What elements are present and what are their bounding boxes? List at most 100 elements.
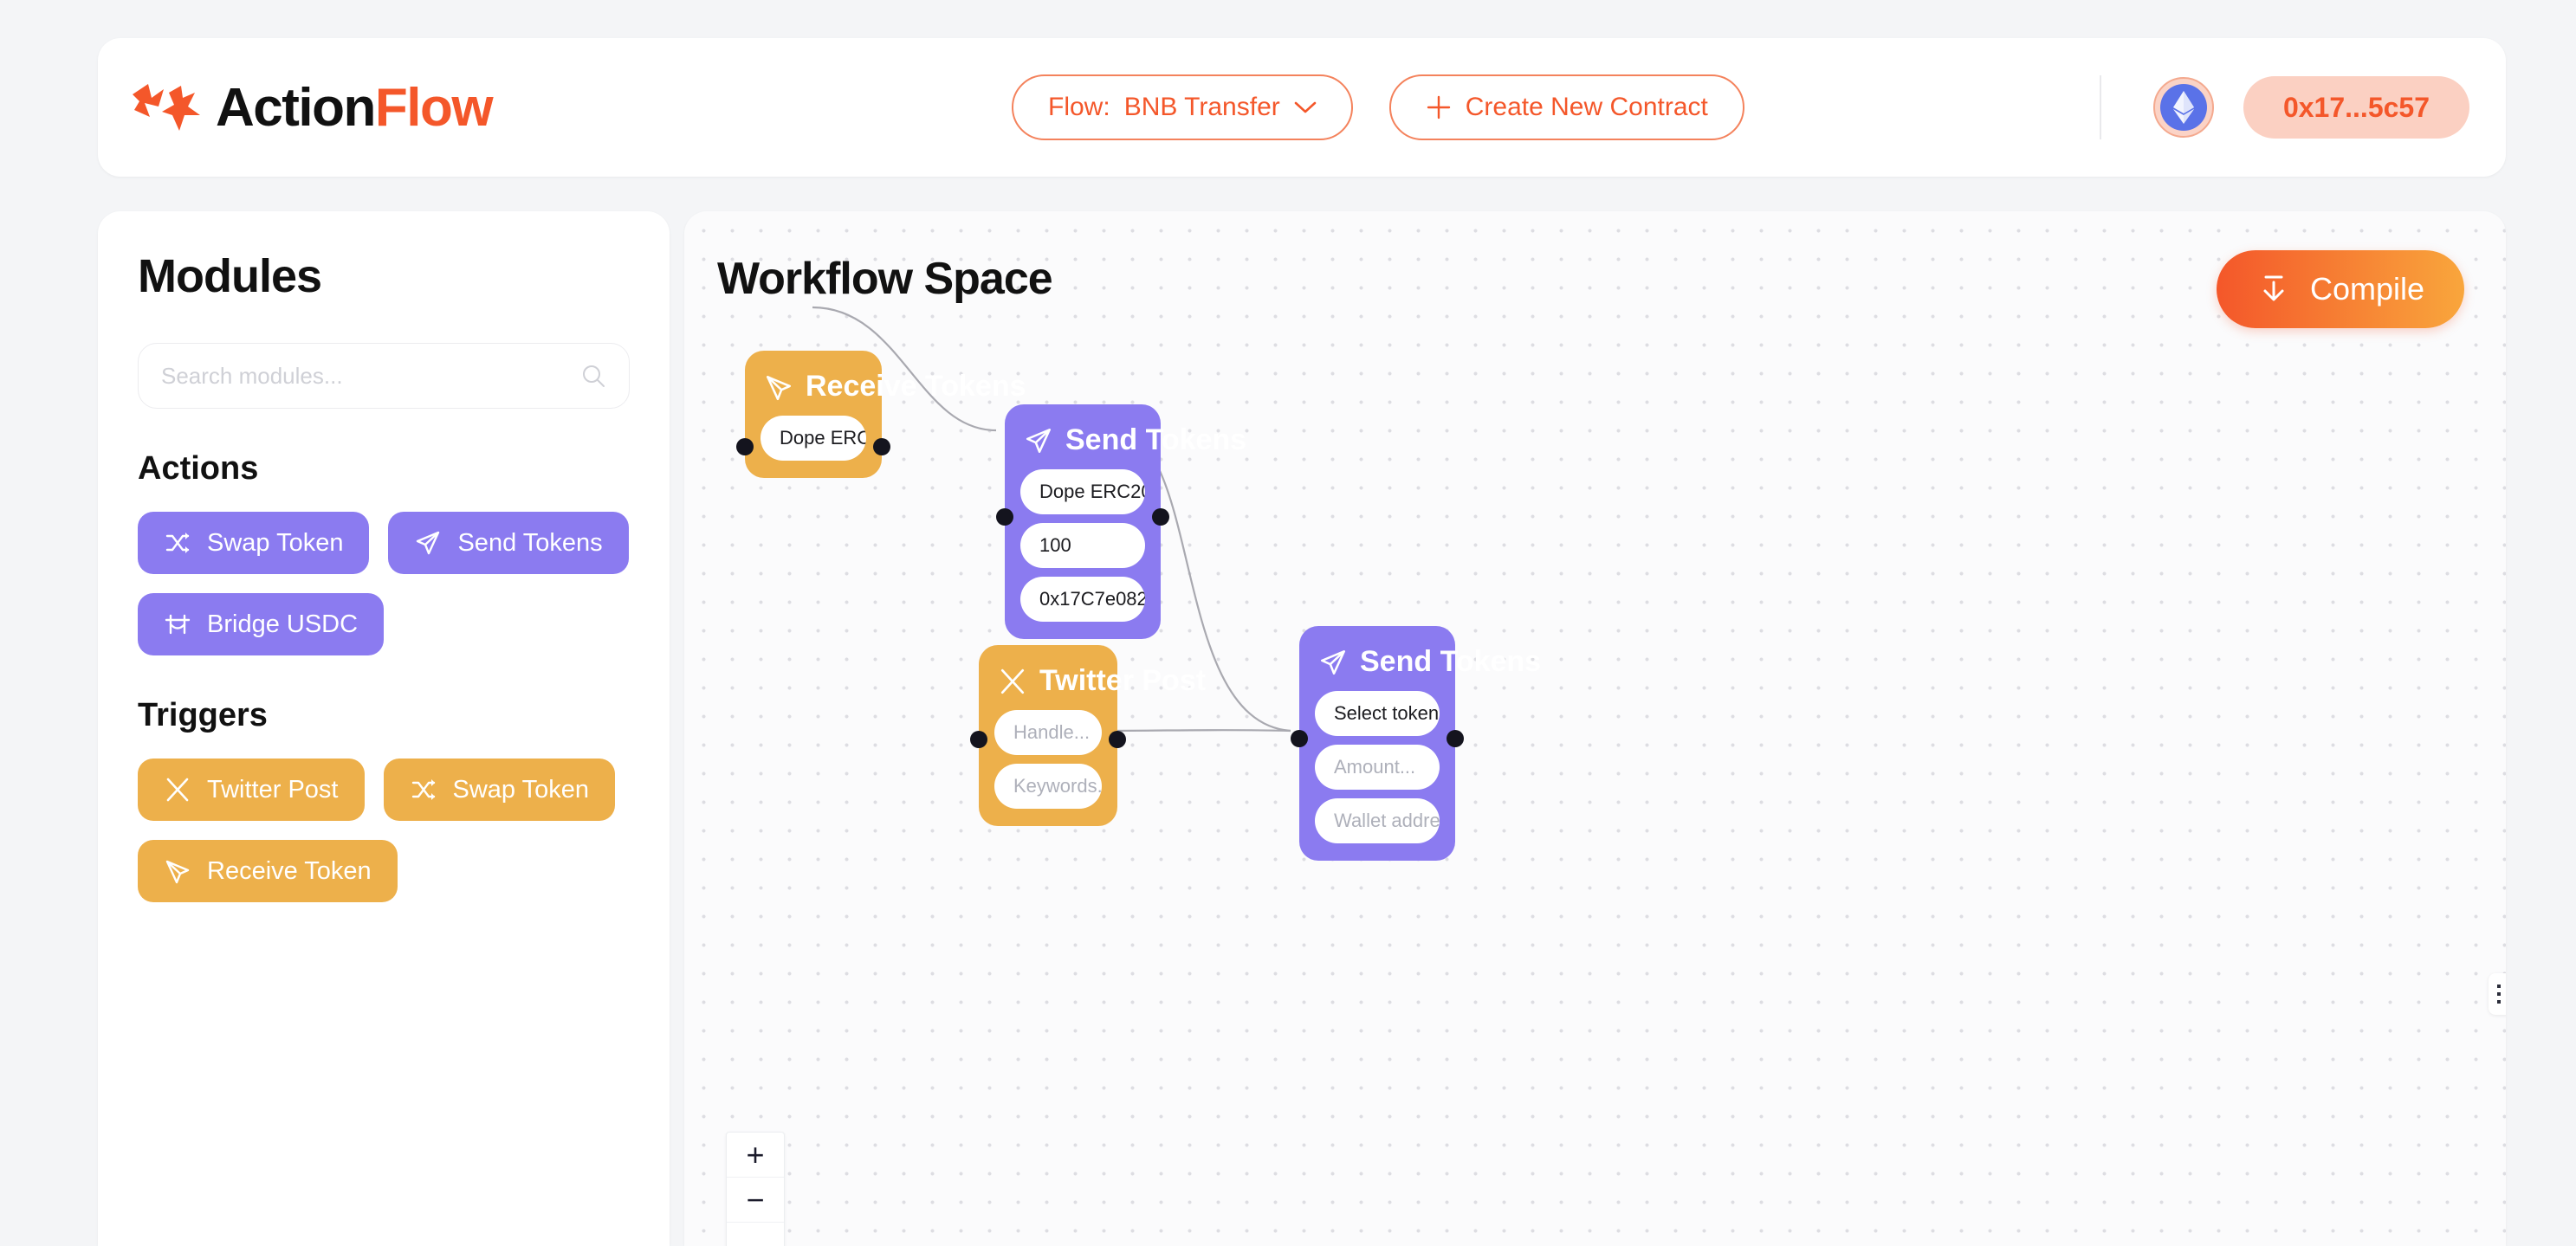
flow-selector-label: Flow:: [1048, 93, 1110, 121]
drag-dots-icon: [2497, 985, 2501, 1004]
node-field-value: Dope ERC20: [780, 427, 866, 449]
workflow-canvas[interactable]: Workflow Space Compile Receive Tokens Do…: [684, 211, 2506, 1246]
paper-plane-icon: [417, 531, 440, 555]
zoom-out-button[interactable]: −: [727, 1178, 784, 1223]
workflow-node-send-tokens-2[interactable]: Send Tokens Select token Amount... Walle…: [1291, 626, 1541, 861]
module-chip-bridge-usdc-action[interactable]: Bridge USDC: [138, 593, 385, 655]
brand-name-accent: Flow: [374, 77, 494, 138]
workflow-node-send-tokens-1[interactable]: Send Tokens Dope ERC20 100 0x17C7e082ca1…: [996, 404, 1246, 639]
shuffle-icon: [165, 533, 190, 553]
flow-selector-button[interactable]: Flow: BNB Transfer: [1012, 74, 1353, 140]
module-chip-label: Swap Token: [207, 528, 344, 557]
node-port-input[interactable]: [736, 438, 754, 455]
ethereum-icon: [2159, 84, 2207, 131]
chevron-down-icon: [1294, 101, 1317, 113]
paper-plane-icon: [1026, 428, 1052, 453]
search-input[interactable]: [161, 362, 580, 390]
node-title: Receive Tokens: [806, 370, 1026, 403]
panel-resize-handle[interactable]: [2489, 973, 2506, 1015]
node-field-amount[interactable]: 100: [1020, 523, 1145, 568]
node-field-wallet-address[interactable]: Wallet address...: [1315, 798, 1440, 843]
receive-plane-icon: [766, 375, 792, 400]
node-port-output[interactable]: [1447, 730, 1464, 747]
app-header: ActionFlow Flow: BNB Transfer Create New…: [98, 38, 2506, 177]
node-field-placeholder: Amount...: [1334, 756, 1416, 778]
header-divider: [2099, 75, 2101, 139]
network-badge[interactable]: [2152, 77, 2214, 138]
module-chip-send-tokens-action[interactable]: Send Tokens: [388, 512, 629, 574]
compile-label: Compile: [2309, 271, 2424, 307]
sidebar-title: Modules: [138, 250, 322, 302]
node-header: Send Tokens: [1024, 423, 1246, 457]
shuffle-icon: [411, 779, 435, 800]
node-field-value: Dope ERC20: [1039, 481, 1145, 502]
brand-name: ActionFlow: [216, 77, 494, 139]
module-chip-swap-token-action[interactable]: Swap Token: [138, 512, 370, 574]
compile-button[interactable]: Compile: [2216, 250, 2464, 328]
workflow-node-twitter-post[interactable]: Twitter Post Handle... Keywords...: [970, 645, 1206, 826]
brand-name-primary: Action: [216, 77, 376, 138]
bridge-icon: [165, 614, 191, 635]
x-twitter-icon: [166, 778, 189, 802]
node-field-value: 0x17C7e082ca151FF73D7b: [1039, 588, 1145, 610]
node-port-output[interactable]: [1109, 731, 1126, 748]
brand-logo: ActionFlow: [124, 77, 494, 139]
receive-plane-icon: [165, 860, 190, 884]
asterisk-burst-icon: [133, 84, 200, 131]
node-title: Send Tokens: [1360, 645, 1542, 678]
section-title-actions: Actions: [138, 450, 259, 487]
node-port-input[interactable]: [996, 508, 1013, 526]
node-field-token-select[interactable]: Dope ERC20: [1020, 469, 1145, 514]
node-port-input[interactable]: [1291, 730, 1308, 747]
import-arrow-icon: [2263, 275, 2284, 301]
search-icon: [583, 365, 605, 387]
node-field-placeholder: Keywords...: [1013, 775, 1102, 797]
header-actions: Flow: BNB Transfer Create New Contract: [1012, 38, 1744, 177]
node-field-amount[interactable]: Amount...: [1315, 745, 1440, 790]
wallet-address-button[interactable]: 0x17...5c57: [2243, 76, 2469, 139]
node-port-input[interactable]: [970, 731, 987, 748]
node-field-keywords[interactable]: Keywords...: [994, 764, 1102, 809]
create-new-contract-label: Create New Contract: [1465, 93, 1708, 121]
canvas-dot-grid: [684, 211, 2506, 1246]
chevron-down-icon: [1439, 709, 1440, 711]
paper-plane-icon: [1320, 649, 1346, 675]
node-field-token-select[interactable]: Select token: [1315, 691, 1440, 736]
node-title: Twitter Post: [1039, 664, 1207, 697]
workflow-node-receive-tokens[interactable]: Receive Tokens Dope ERC20: [736, 351, 1026, 478]
search-modules-field[interactable]: [138, 343, 630, 409]
node-field-placeholder: Handle...: [1013, 721, 1091, 743]
create-new-contract-button[interactable]: Create New Contract: [1388, 74, 1744, 140]
plus-icon: [1427, 95, 1450, 119]
ethereum-diamond-glyph: [2172, 91, 2194, 124]
flow-selector-value: BNB Transfer: [1123, 93, 1280, 121]
module-chip-label: Swap Token: [452, 775, 589, 804]
node-field-placeholder: Wallet address...: [1334, 810, 1440, 831]
zoom-extra-button[interactable]: [727, 1223, 784, 1246]
triggers-module-list: Twitter Post Swap Token Receive Token: [138, 759, 630, 902]
module-chip-label: Twitter Post: [207, 775, 339, 804]
page-title: Workflow Space: [717, 254, 1053, 304]
actions-module-list: Swap Token Send Tokens Bridge USDC: [138, 512, 630, 655]
module-chip-label: Send Tokens: [457, 528, 603, 557]
node-header: Send Tokens: [1318, 645, 1541, 679]
canvas-zoom-controls: + −: [726, 1132, 785, 1246]
module-chip-twitter-post-trigger[interactable]: Twitter Post: [138, 759, 365, 821]
node-title: Send Tokens: [1065, 423, 1247, 456]
node-port-output[interactable]: [1152, 508, 1169, 526]
x-twitter-icon: [1000, 668, 1025, 694]
node-field-value: Select token: [1334, 702, 1440, 724]
node-field-value: 100: [1039, 534, 1071, 556]
node-field-token-select[interactable]: Dope ERC20: [761, 416, 866, 461]
zoom-in-button[interactable]: +: [727, 1133, 784, 1178]
module-chip-label: Receive Token: [207, 856, 372, 885]
node-field-wallet-address[interactable]: 0x17C7e082ca151FF73D7b: [1020, 577, 1145, 622]
node-header: Twitter Post: [998, 664, 1206, 698]
node-port-output[interactable]: [873, 438, 890, 455]
module-chip-receive-token-trigger[interactable]: Receive Token: [138, 840, 398, 902]
node-field-handle[interactable]: Handle...: [994, 710, 1102, 755]
wallet-address-label: 0x17...5c57: [2282, 91, 2430, 123]
module-chip-label: Bridge USDC: [207, 610, 359, 638]
module-chip-swap-token-trigger[interactable]: Swap Token: [383, 759, 615, 821]
node-header: Receive Tokens: [764, 370, 1026, 403]
